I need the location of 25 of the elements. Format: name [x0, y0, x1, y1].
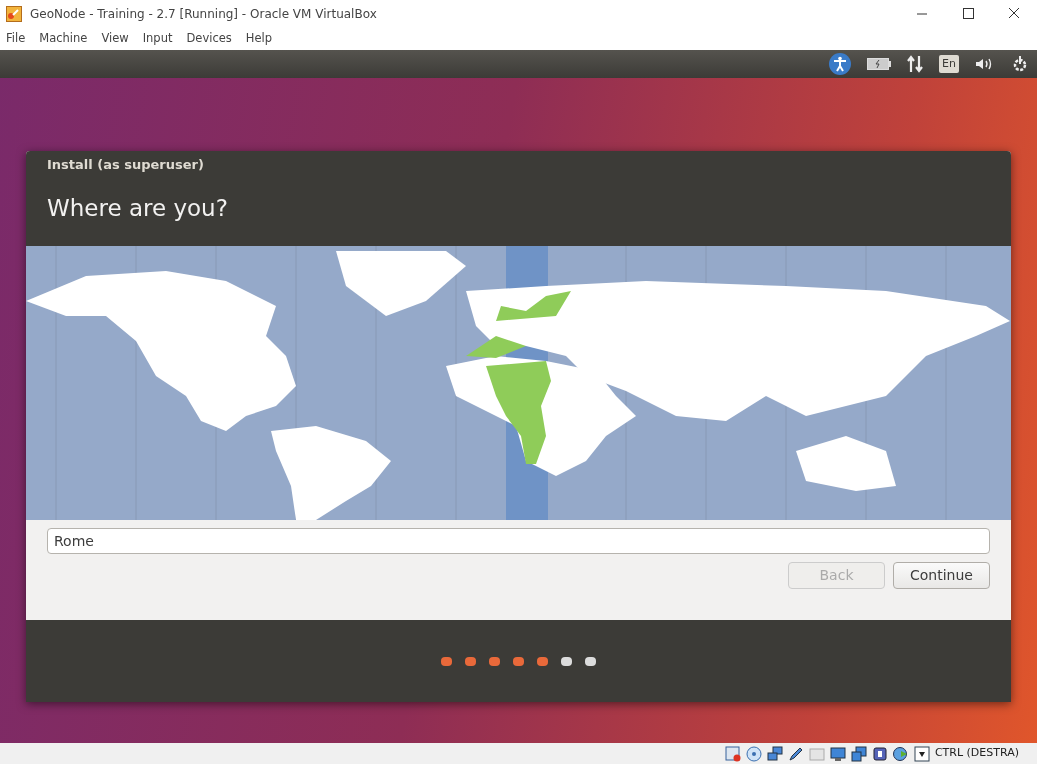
window-title: GeoNode - Training - 2.7 [Running] - Oracle VM VirtualBox	[30, 6, 377, 23]
menu-item[interactable]: Help	[245, 30, 272, 48]
menu-item[interactable]: File	[6, 30, 26, 48]
network-icon[interactable]	[766, 745, 783, 762]
chip-icon[interactable]	[871, 745, 888, 762]
menu-item[interactable]: Devices	[186, 30, 232, 48]
menu-item[interactable]: Machine	[39, 30, 88, 48]
menu-item[interactable]: View	[101, 30, 129, 48]
dialog-button[interactable]: Continue	[893, 562, 990, 589]
dialog-heading: Where are you?	[47, 193, 229, 223]
dialog-title: Install (as superuser)	[47, 156, 205, 174]
accessibility-icon[interactable]	[829, 53, 852, 75]
network-arrows-icon[interactable]	[907, 55, 924, 73]
menu-item[interactable]: Input	[142, 30, 173, 48]
host-key-label: CTRL (DESTRA)	[934, 745, 1019, 762]
keyboard-layout-indicator[interactable]: En	[939, 54, 959, 74]
app-icon	[6, 6, 22, 22]
world-map-drawing[interactable]	[26, 246, 1010, 520]
display-icon[interactable]	[829, 745, 846, 762]
power-gear-icon[interactable]	[1011, 55, 1029, 73]
usb-pen-icon[interactable]	[787, 745, 804, 762]
video-capture-icon[interactable]	[850, 745, 867, 762]
optical-disc-icon[interactable]	[745, 745, 762, 762]
location-field[interactable]: Rome	[47, 528, 990, 554]
battery-icon[interactable]	[867, 58, 892, 70]
